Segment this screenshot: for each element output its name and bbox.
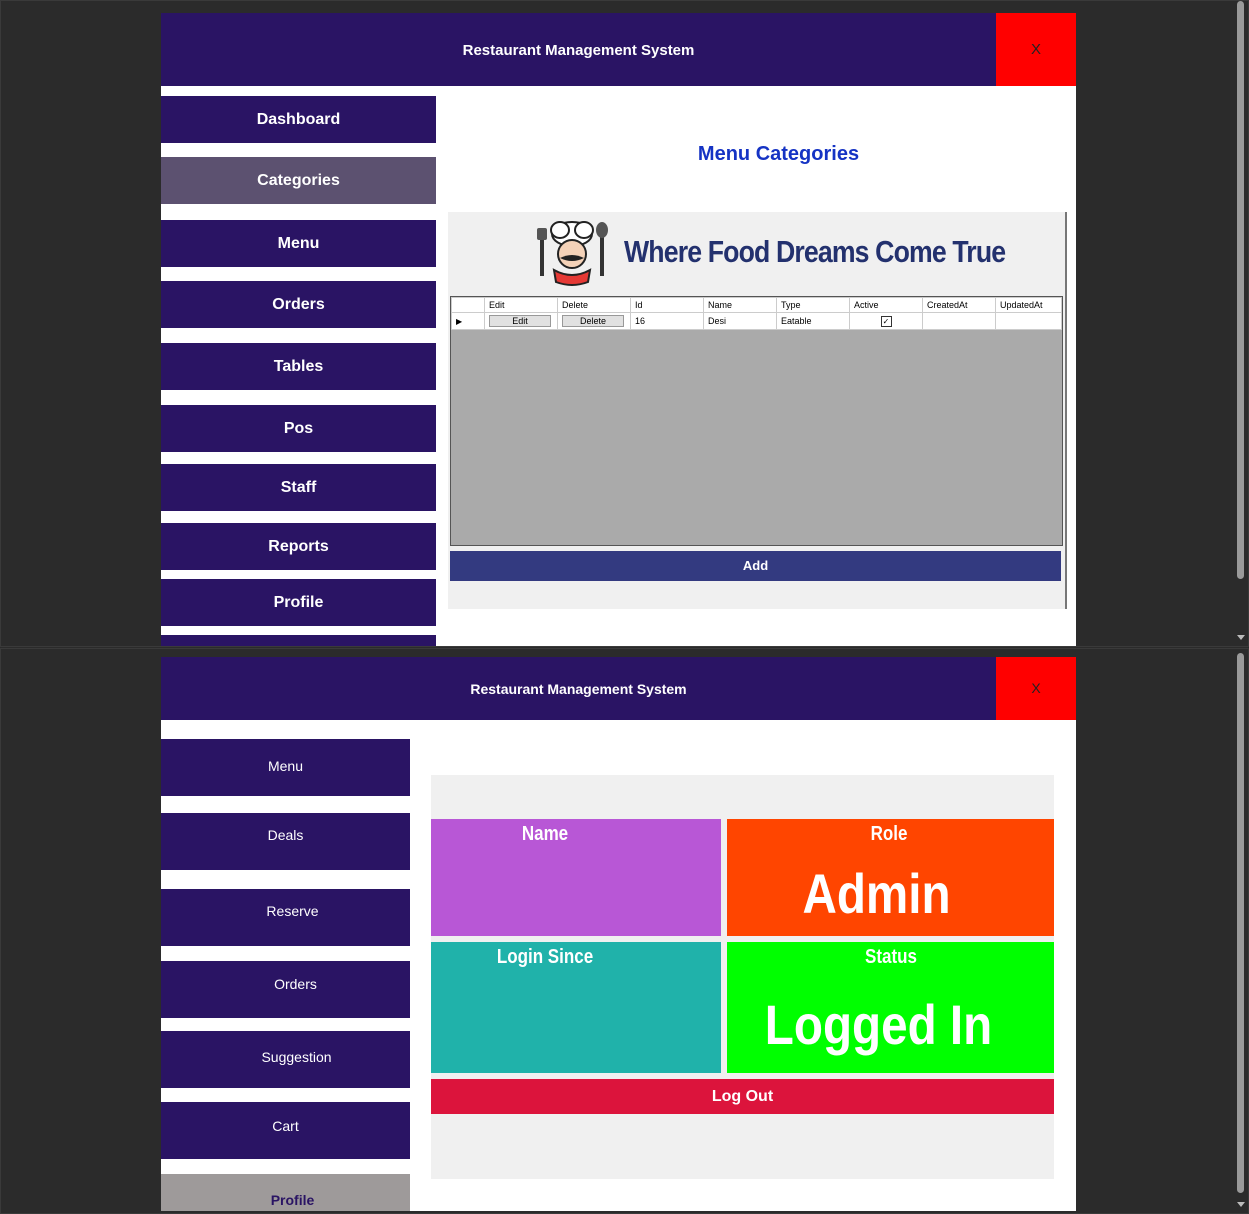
name-cell[interactable]: Desi <box>703 312 777 330</box>
col-edit[interactable]: Edit <box>484 297 558 313</box>
close-button[interactable]: X <box>996 13 1076 86</box>
id-cell[interactable]: 16 <box>630 312 704 330</box>
delete-cell: Delete <box>557 312 631 330</box>
login-since-label: Login Since <box>496 946 594 968</box>
col-created-at[interactable]: CreatedAt <box>922 297 996 313</box>
app-title: Restaurant Management System <box>462 42 695 59</box>
col-id[interactable]: Id <box>630 297 704 313</box>
app-window: Restaurant Management System X Menu Deal… <box>161 657 1076 1211</box>
nav-orders[interactable]: Orders <box>161 281 436 328</box>
active-cell[interactable]: ✓ <box>849 312 923 330</box>
banner-text: Where Food Dreams Come True <box>624 234 1006 269</box>
type-cell[interactable]: Eatable <box>776 312 850 330</box>
role-label: Role <box>870 823 908 845</box>
role-tile: Role Admin <box>727 819 1054 936</box>
scroll-down-icon[interactable] <box>1237 635 1245 640</box>
role-value: Admin <box>802 862 951 925</box>
profile-panel: Name Role Admin Login Since Status Logge… <box>431 775 1054 1179</box>
nav-reports[interactable]: Reports <box>161 523 436 570</box>
nav-pos[interactable]: Pos <box>161 405 436 452</box>
table-row[interactable]: ▶ Edit Delete 16 Desi Eatable ✓ <box>451 312 1062 330</box>
name-label: Name <box>521 823 569 845</box>
logout-button[interactable]: Log Out <box>431 1079 1054 1114</box>
edit-button[interactable]: Edit <box>489 315 551 327</box>
nav-tables[interactable]: Tables <box>161 343 436 390</box>
nav-menu[interactable]: Menu <box>161 739 410 796</box>
app-title: Restaurant Management System <box>470 681 687 697</box>
col-updated-at[interactable]: UpdatedAt <box>995 297 1062 313</box>
checkbox-checked-icon[interactable]: ✓ <box>880 315 892 327</box>
name-tile: Name <box>431 819 721 936</box>
screen-categories: Restaurant Management System X Dashboard… <box>0 0 1249 647</box>
row-header-cell <box>451 297 485 313</box>
add-button[interactable]: Add <box>450 551 1061 581</box>
chef-mascot-icon <box>537 221 608 286</box>
row-pointer-icon: ▶ <box>451 312 485 330</box>
col-name[interactable]: Name <box>703 297 777 313</box>
scrollbar[interactable] <box>1234 649 1248 1213</box>
edit-cell: Edit <box>484 312 558 330</box>
status-value: Logged In <box>764 993 993 1056</box>
col-delete[interactable]: Delete <box>557 297 631 313</box>
nav-profile[interactable]: Profile <box>161 1174 410 1211</box>
scrollbar[interactable] <box>1234 1 1248 646</box>
status-label: Status <box>865 946 917 968</box>
categories-table: Edit Delete Id Name Type Active CreatedA… <box>451 297 1062 330</box>
categories-grid[interactable]: Edit Delete Id Name Type Active CreatedA… <box>450 296 1063 546</box>
scroll-thumb[interactable] <box>1237 1 1244 579</box>
categories-panel: Where Food Dreams Come True Edit Delete … <box>448 212 1067 609</box>
page-title: Menu Categories <box>697 143 860 165</box>
nav-reserve[interactable]: Reserve <box>161 889 410 946</box>
nav-orders[interactable]: Orders <box>161 961 410 1018</box>
created-at-cell[interactable] <box>922 312 996 330</box>
nav-more[interactable] <box>161 635 436 646</box>
banner: Where Food Dreams Come True <box>534 218 1014 288</box>
nav-cart[interactable]: Cart <box>161 1102 410 1159</box>
nav-categories[interactable]: Categories <box>161 157 436 204</box>
table-header: Edit Delete Id Name Type Active CreatedA… <box>451 297 1062 313</box>
nav-staff[interactable]: Staff <box>161 464 436 511</box>
title-bar: Restaurant Management System X <box>161 13 1076 86</box>
nav-menu[interactable]: Menu <box>161 220 436 267</box>
title-bar: Restaurant Management System X <box>161 657 1076 720</box>
nav-profile[interactable]: Profile <box>161 579 436 626</box>
scroll-down-icon[interactable] <box>1237 1202 1245 1207</box>
screen-profile: Restaurant Management System X Menu Deal… <box>0 648 1249 1214</box>
nav-deals[interactable]: Deals <box>161 813 410 870</box>
status-tile: Status Logged In <box>727 942 1054 1073</box>
login-since-tile: Login Since <box>431 942 721 1073</box>
scroll-thumb[interactable] <box>1237 653 1244 1193</box>
app-window: Restaurant Management System X Dashboard… <box>161 13 1076 646</box>
close-button[interactable]: X <box>996 657 1076 720</box>
col-type[interactable]: Type <box>776 297 850 313</box>
nav-dashboard[interactable]: Dashboard <box>161 96 436 143</box>
nav-suggestion[interactable]: Suggestion <box>161 1031 410 1088</box>
updated-at-cell[interactable] <box>995 312 1062 330</box>
col-active[interactable]: Active <box>849 297 923 313</box>
delete-button[interactable]: Delete <box>562 315 624 327</box>
